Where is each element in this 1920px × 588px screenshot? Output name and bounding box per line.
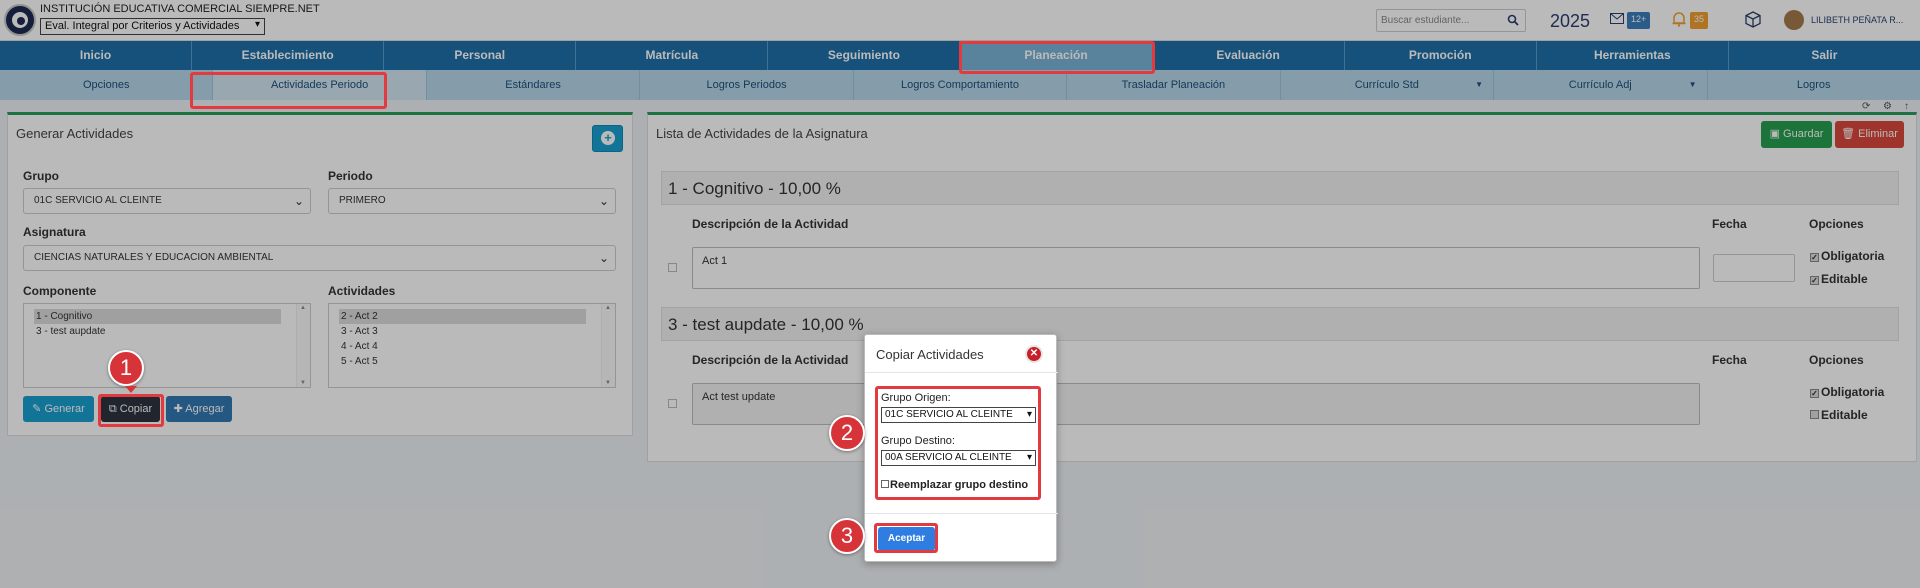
- chevron-down-icon: ▾: [1026, 452, 1032, 463]
- divider: [865, 513, 1058, 514]
- grupo-destino-select[interactable]: 00A SERVICIO AL CLEINTE ▾: [881, 450, 1036, 466]
- step-3-marker: 3: [829, 518, 865, 554]
- step-1-pointer: [125, 386, 137, 393]
- step-2-marker: 2: [829, 415, 865, 451]
- grupo-destino-label: Grupo Destino:: [881, 435, 955, 447]
- grupo-origen-label: Grupo Origen:: [881, 392, 951, 404]
- grupo-origen-select[interactable]: 01C SERVICIO AL CLEINTE ▾: [881, 407, 1036, 423]
- close-icon[interactable]: ✕: [1025, 345, 1043, 363]
- copiar-actividades-dialog: Copiar Actividades ✕ Grupo Origen: 01C S…: [864, 334, 1058, 562]
- chevron-down-icon: ▾: [1026, 409, 1032, 420]
- step-1-marker: 1: [108, 350, 144, 386]
- dialog-title: Copiar Actividades: [876, 347, 984, 362]
- aceptar-button[interactable]: Aceptar: [878, 527, 935, 551]
- reemplazar-checkbox[interactable]: Reemplazar grupo destino: [881, 479, 1028, 491]
- divider: [865, 372, 1058, 373]
